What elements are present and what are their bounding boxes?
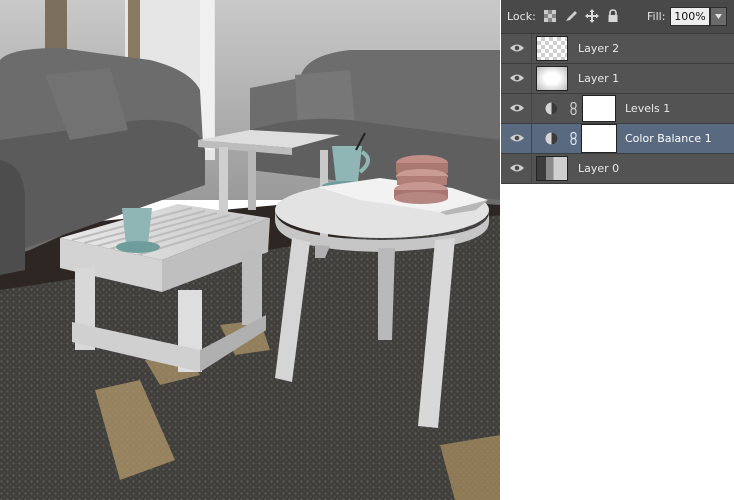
lock-icons-group [543,9,620,23]
visibility-eye-icon[interactable] [510,42,524,54]
adjustment-layer-icon [545,132,558,145]
row-divider [531,154,532,183]
adjustment-layer-icon [545,102,558,115]
visibility-eye-icon[interactable] [510,102,524,114]
row-divider [531,124,532,153]
layer-row-layer-2[interactable]: Layer 2 [501,34,734,64]
layers-panel: Lock: Fill: 100% Layer 2 Layer 1 Levels … [501,0,734,184]
row-divider [531,94,532,123]
layer-thumbnail [536,36,568,61]
lock-toolbar: Lock: Fill: 100% [501,0,734,34]
row-divider [531,34,532,63]
layer-name[interactable]: Layer 2 [578,42,619,55]
layer-row-levels-1[interactable]: Levels 1 [501,94,734,124]
layer-mask-thumbnail[interactable] [581,124,617,153]
lock-label: Lock: [507,10,536,23]
mask-link-chain-icon[interactable] [570,102,577,115]
layer-name[interactable]: Levels 1 [625,102,670,115]
visibility-eye-icon[interactable] [510,162,524,174]
layers-list: Layer 2 Layer 1 Levels 1 Color Balance 1… [501,34,734,184]
layer-thumbnail [536,156,568,181]
living-room-render [0,0,500,500]
visibility-eye-icon[interactable] [510,72,524,84]
layer-thumbnail [536,66,568,91]
chevron-down-icon [715,14,722,19]
visibility-eye-icon[interactable] [510,132,524,144]
layer-row-color-balance-1[interactable]: Color Balance 1 [501,124,734,154]
layer-row-layer-1[interactable]: Layer 1 [501,64,734,94]
lock-all-icon[interactable] [606,9,620,23]
fill-input[interactable]: 100% [670,7,710,26]
lock-transparent-pixels-icon[interactable] [543,9,557,23]
layer-mask-thumbnail[interactable] [582,95,616,122]
canvas-image [0,0,500,500]
mask-link-chain-icon[interactable] [570,132,577,145]
layer-name[interactable]: Layer 1 [578,72,619,85]
lock-position-icon[interactable] [585,9,599,23]
row-divider [531,64,532,93]
layer-row-layer-0[interactable]: Layer 0 [501,154,734,184]
lock-image-pixels-icon[interactable] [564,9,578,23]
fill-dropdown-button[interactable] [710,7,727,26]
layer-name[interactable]: Color Balance 1 [625,132,712,145]
layer-name[interactable]: Layer 0 [578,162,619,175]
fill-label: Fill: [647,10,666,23]
